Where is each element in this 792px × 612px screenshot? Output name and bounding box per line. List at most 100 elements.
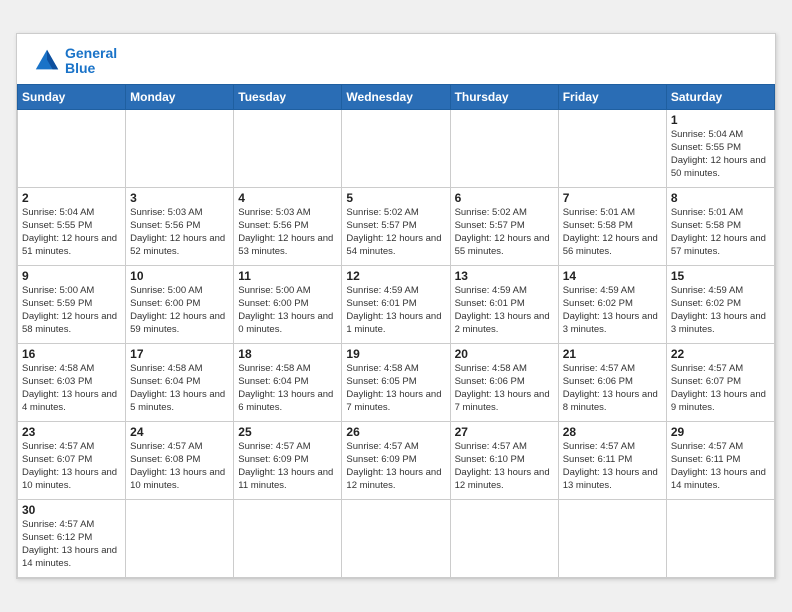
calendar-cell: 18 Sunrise: 4:58 AM Sunset: 6:04 PM Dayli… xyxy=(234,344,342,422)
calendar-cell: 15 Sunrise: 4:59 AM Sunset: 6:02 PM Dayli… xyxy=(666,266,774,344)
day-info: Sunrise: 4:57 AM Sunset: 6:09 PM Dayligh… xyxy=(346,441,445,492)
calendar-cell xyxy=(342,110,450,188)
calendar-cell xyxy=(342,500,450,578)
day-number: 4 xyxy=(238,191,337,205)
day-number: 6 xyxy=(455,191,554,205)
day-number: 15 xyxy=(671,269,770,283)
calendar-cell xyxy=(558,500,666,578)
day-info: Sunrise: 4:58 AM Sunset: 6:04 PM Dayligh… xyxy=(238,363,337,414)
day-number: 25 xyxy=(238,425,337,439)
calendar-cell: 22 Sunrise: 4:57 AM Sunset: 6:07 PM Dayli… xyxy=(666,344,774,422)
calendar-cell xyxy=(558,110,666,188)
calendar-container: General Blue SundayMondayTuesdayWednesda… xyxy=(16,33,776,580)
calendar-cell: 11 Sunrise: 5:00 AM Sunset: 6:00 PM Dayli… xyxy=(234,266,342,344)
calendar-week-row: 1Sunrise: 5:04 AM Sunset: 5:55 PM Daylig… xyxy=(18,110,775,188)
day-info: Sunrise: 4:57 AM Sunset: 6:11 PM Dayligh… xyxy=(671,441,770,492)
day-number: 10 xyxy=(130,269,229,283)
day-info: Sunrise: 5:03 AM Sunset: 5:56 PM Dayligh… xyxy=(238,207,337,258)
day-number: 27 xyxy=(455,425,554,439)
day-number: 21 xyxy=(563,347,662,361)
weekday-header-monday: Monday xyxy=(126,85,234,110)
day-info: Sunrise: 5:02 AM Sunset: 5:57 PM Dayligh… xyxy=(455,207,554,258)
calendar-cell: 28Sunrise: 4:57 AM Sunset: 6:11 PM Dayli… xyxy=(558,422,666,500)
day-number: 24 xyxy=(130,425,229,439)
calendar-cell: 16 Sunrise: 4:58 AM Sunset: 6:03 PM Dayli… xyxy=(18,344,126,422)
day-info: Sunrise: 5:02 AM Sunset: 5:57 PM Dayligh… xyxy=(346,207,445,258)
day-info: Sunrise: 4:57 AM Sunset: 6:07 PM Dayligh… xyxy=(22,441,121,492)
calendar-cell: 25 Sunrise: 4:57 AM Sunset: 6:09 PM Dayli… xyxy=(234,422,342,500)
day-number: 16 xyxy=(22,347,121,361)
day-number: 11 xyxy=(238,269,337,283)
day-info: Sunrise: 4:57 AM Sunset: 6:09 PM Dayligh… xyxy=(238,441,337,492)
calendar-cell: 19Sunrise: 4:58 AM Sunset: 6:05 PM Dayli… xyxy=(342,344,450,422)
day-info: Sunrise: 5:01 AM Sunset: 5:58 PM Dayligh… xyxy=(671,207,770,258)
day-info: Sunrise: 4:58 AM Sunset: 6:04 PM Dayligh… xyxy=(130,363,229,414)
calendar-cell: 23 Sunrise: 4:57 AM Sunset: 6:07 PM Dayli… xyxy=(18,422,126,500)
day-info: Sunrise: 4:58 AM Sunset: 6:03 PM Dayligh… xyxy=(22,363,121,414)
calendar-cell: 12 Sunrise: 4:59 AM Sunset: 6:01 PM Dayli… xyxy=(342,266,450,344)
calendar-week-row: 23 Sunrise: 4:57 AM Sunset: 6:07 PM Dayli… xyxy=(18,422,775,500)
calendar-cell: 6 Sunrise: 5:02 AM Sunset: 5:57 PM Daylig… xyxy=(450,188,558,266)
day-info: Sunrise: 5:00 AM Sunset: 5:59 PM Dayligh… xyxy=(22,285,121,336)
calendar-cell: 10Sunrise: 5:00 AM Sunset: 6:00 PM Dayli… xyxy=(126,266,234,344)
day-number: 14 xyxy=(563,269,662,283)
calendar-cell: 7Sunrise: 5:01 AM Sunset: 5:58 PM Daylig… xyxy=(558,188,666,266)
calendar-table: SundayMondayTuesdayWednesdayThursdayFrid… xyxy=(17,84,775,578)
day-number: 8 xyxy=(671,191,770,205)
day-number: 26 xyxy=(346,425,445,439)
calendar-cell: 5 Sunrise: 5:02 AM Sunset: 5:57 PM Daylig… xyxy=(342,188,450,266)
calendar-cell xyxy=(450,110,558,188)
logo-text: General Blue xyxy=(65,46,117,77)
logo-icon xyxy=(33,47,61,75)
calendar-week-row: 2Sunrise: 5:04 AM Sunset: 5:55 PM Daylig… xyxy=(18,188,775,266)
calendar-cell xyxy=(450,500,558,578)
calendar-cell: 26 Sunrise: 4:57 AM Sunset: 6:09 PM Dayli… xyxy=(342,422,450,500)
day-info: Sunrise: 4:59 AM Sunset: 6:01 PM Dayligh… xyxy=(455,285,554,336)
calendar-cell: 3Sunrise: 5:03 AM Sunset: 5:56 PM Daylig… xyxy=(126,188,234,266)
calendar-cell xyxy=(126,110,234,188)
day-info: Sunrise: 4:58 AM Sunset: 6:06 PM Dayligh… xyxy=(455,363,554,414)
calendar-cell xyxy=(234,110,342,188)
day-number: 13 xyxy=(455,269,554,283)
calendar-cell: 9 Sunrise: 5:00 AM Sunset: 5:59 PM Daylig… xyxy=(18,266,126,344)
day-info: Sunrise: 5:04 AM Sunset: 5:55 PM Dayligh… xyxy=(22,207,121,258)
day-info: Sunrise: 5:04 AM Sunset: 5:55 PM Dayligh… xyxy=(671,129,770,180)
day-number: 28 xyxy=(563,425,662,439)
calendar-cell xyxy=(234,500,342,578)
day-number: 18 xyxy=(238,347,337,361)
calendar-cell: 4 Sunrise: 5:03 AM Sunset: 5:56 PM Daylig… xyxy=(234,188,342,266)
calendar-week-row: 16 Sunrise: 4:58 AM Sunset: 6:03 PM Dayli… xyxy=(18,344,775,422)
calendar-header-row: SundayMondayTuesdayWednesdayThursdayFrid… xyxy=(18,85,775,110)
day-info: Sunrise: 4:59 AM Sunset: 6:01 PM Dayligh… xyxy=(346,285,445,336)
day-number: 7 xyxy=(563,191,662,205)
calendar-cell: 27 Sunrise: 4:57 AM Sunset: 6:10 PM Dayli… xyxy=(450,422,558,500)
day-number: 19 xyxy=(346,347,445,361)
day-number: 20 xyxy=(455,347,554,361)
calendar-cell: 8 Sunrise: 5:01 AM Sunset: 5:58 PM Daylig… xyxy=(666,188,774,266)
weekday-header-saturday: Saturday xyxy=(666,85,774,110)
calendar-cell xyxy=(666,500,774,578)
weekday-header-tuesday: Tuesday xyxy=(234,85,342,110)
day-number: 5 xyxy=(346,191,445,205)
calendar-cell: 14Sunrise: 4:59 AM Sunset: 6:02 PM Dayli… xyxy=(558,266,666,344)
calendar-cell xyxy=(18,110,126,188)
day-info: Sunrise: 4:59 AM Sunset: 6:02 PM Dayligh… xyxy=(671,285,770,336)
day-number: 9 xyxy=(22,269,121,283)
day-number: 30 xyxy=(22,503,121,517)
day-info: Sunrise: 4:57 AM Sunset: 6:12 PM Dayligh… xyxy=(22,519,121,570)
calendar-cell xyxy=(126,500,234,578)
day-number: 29 xyxy=(671,425,770,439)
calendar-cell: 29 Sunrise: 4:57 AM Sunset: 6:11 PM Dayli… xyxy=(666,422,774,500)
logo: General Blue xyxy=(33,46,117,77)
calendar-cell: 20 Sunrise: 4:58 AM Sunset: 6:06 PM Dayli… xyxy=(450,344,558,422)
day-info: Sunrise: 5:00 AM Sunset: 6:00 PM Dayligh… xyxy=(238,285,337,336)
day-number: 12 xyxy=(346,269,445,283)
day-number: 22 xyxy=(671,347,770,361)
day-number: 23 xyxy=(22,425,121,439)
day-info: Sunrise: 4:57 AM Sunset: 6:07 PM Dayligh… xyxy=(671,363,770,414)
calendar-week-row: 30 Sunrise: 4:57 AM Sunset: 6:12 PM Dayli… xyxy=(18,500,775,578)
calendar-cell: 30 Sunrise: 4:57 AM Sunset: 6:12 PM Dayli… xyxy=(18,500,126,578)
calendar-cell: 1Sunrise: 5:04 AM Sunset: 5:55 PM Daylig… xyxy=(666,110,774,188)
day-info: Sunrise: 4:57 AM Sunset: 6:10 PM Dayligh… xyxy=(455,441,554,492)
calendar-cell: 2Sunrise: 5:04 AM Sunset: 5:55 PM Daylig… xyxy=(18,188,126,266)
